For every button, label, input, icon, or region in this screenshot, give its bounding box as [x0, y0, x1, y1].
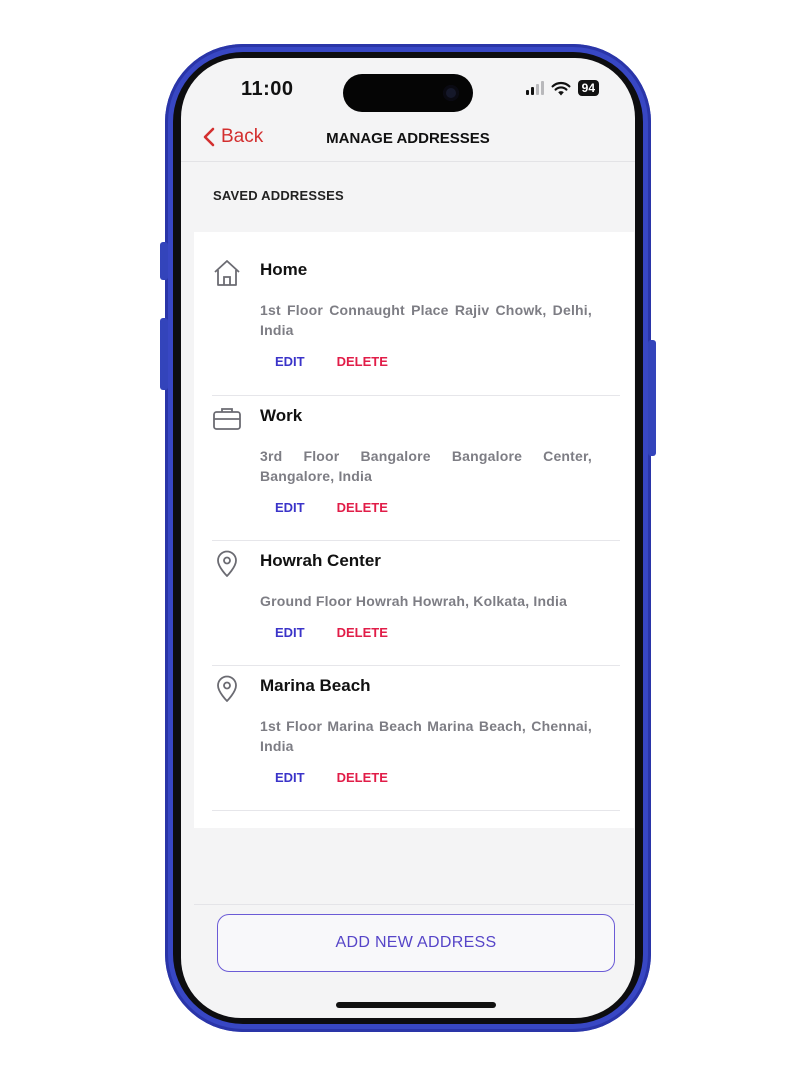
item-divider — [212, 395, 620, 396]
volume-button — [160, 318, 168, 390]
address-title: Marina Beach — [260, 676, 371, 695]
navigation-bar: Back MANAGE ADDRESSES — [181, 120, 635, 160]
address-title: Howrah Center — [260, 551, 381, 570]
page-title: MANAGE ADDRESSES — [326, 130, 490, 147]
battery-icon: 94 — [577, 80, 599, 96]
item-divider — [212, 810, 620, 811]
address-actions: EDIT DELETE — [275, 500, 388, 515]
cellular-signal-icon — [525, 81, 544, 95]
bottom-divider — [194, 904, 634, 905]
address-text: Ground Floor Howrah Howrah, Kolkata, Ind… — [260, 593, 568, 609]
camera-icon — [443, 85, 459, 101]
location-pin-icon — [217, 550, 237, 577]
address-title: Home — [260, 260, 308, 279]
status-time: 11:00 — [241, 78, 294, 100]
delete-button[interactable]: DELETE — [337, 625, 388, 640]
address-title: Work — [260, 406, 303, 425]
delete-button[interactable]: DELETE — [337, 500, 388, 515]
address-actions: EDIT DELETE — [275, 770, 388, 785]
item-divider — [212, 540, 620, 541]
nav-divider — [181, 161, 635, 162]
edit-button[interactable]: EDIT — [275, 500, 305, 515]
edit-button[interactable]: EDIT — [275, 354, 305, 369]
add-new-address-button[interactable]: ADD NEW ADDRESS — [217, 914, 615, 972]
home-indicator[interactable] — [336, 1002, 496, 1008]
edit-button[interactable]: EDIT — [275, 625, 305, 640]
address-text: 3rd Floor Bangalore Bangalore Center, Ba… — [260, 448, 592, 484]
mute-switch — [160, 242, 168, 280]
home-icon — [214, 260, 240, 286]
briefcase-icon — [213, 408, 241, 430]
wifi-icon — [551, 81, 571, 95]
address-list: Home 1st Floor Connaught Place Rajiv Cho… — [194, 232, 634, 828]
delete-button[interactable]: DELETE — [337, 354, 388, 369]
dynamic-island — [343, 74, 473, 112]
location-pin-icon — [217, 675, 237, 702]
phone-screen: 11:00 94 Back MANAGE ADDRESSES SAVED ADD… — [181, 58, 635, 1018]
delete-button[interactable]: DELETE — [337, 770, 388, 785]
address-text: 1st Floor Connaught Place Rajiv Chowk, D… — [260, 302, 592, 338]
edit-button[interactable]: EDIT — [275, 770, 305, 785]
item-divider — [212, 665, 620, 666]
address-text: 1st Floor Marina Beach Marina Beach, Che… — [260, 718, 592, 754]
address-actions: EDIT DELETE — [275, 625, 388, 640]
power-button — [648, 340, 656, 456]
status-icons: 94 — [525, 80, 599, 96]
section-label: SAVED ADDRESSES — [213, 188, 344, 203]
address-actions: EDIT DELETE — [275, 354, 388, 369]
